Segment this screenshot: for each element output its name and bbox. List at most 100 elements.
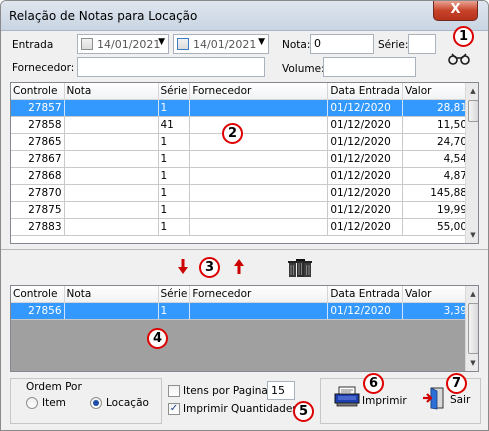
marker-2: 2 (222, 123, 243, 144)
table-row[interactable]: 27883 1 01/12/2020 55,00 (11, 218, 470, 236)
cell-valor: 4,54 (402, 150, 470, 168)
window-title: Relação de Notas para Locação (9, 9, 198, 23)
cell-nota (64, 201, 159, 219)
marker-1: 1 (453, 26, 474, 47)
itens-por-pagina-checkbox[interactable] (168, 385, 180, 397)
chevron-down-icon[interactable]: ▼ (258, 37, 265, 47)
marker-5: 5 (293, 401, 314, 422)
table-row[interactable]: 27868 1 01/12/2020 4,87 (11, 167, 470, 185)
arrow-down-icon[interactable] (178, 259, 188, 274)
cell-data-entrada: 01/12/2020 (327, 150, 403, 168)
serie-field[interactable] (408, 34, 436, 54)
col-valor[interactable]: Valor (402, 83, 470, 100)
cell-fornecedor (189, 99, 329, 117)
cell-data-entrada: 01/12/2020 (327, 133, 403, 151)
scroll-thumb[interactable] (468, 303, 478, 354)
itens-por-pagina-field[interactable]: 15 (267, 381, 295, 400)
cell-fornecedor (189, 116, 329, 134)
col-fornecedor[interactable]: Fornecedor (189, 286, 329, 303)
marker-3: 3 (199, 257, 220, 278)
window: Relação de Notas para Locação X Entrada … (0, 0, 489, 431)
col-valor[interactable]: Valor (402, 286, 470, 303)
table-row[interactable]: 27870 1 01/12/2020 145,88 (11, 184, 470, 202)
cell-valor: 4,87 (402, 167, 470, 185)
cell-nota (64, 218, 159, 236)
col-nota[interactable]: Nota (64, 286, 159, 303)
date-to-field[interactable]: 14/01/2021 ▼ (173, 34, 269, 54)
col-serie[interactable]: Série (158, 286, 191, 303)
radio-item-label[interactable]: Item (42, 397, 66, 409)
table-row[interactable]: 27857 1 01/12/2020 28,81 (11, 99, 470, 117)
notas-scrollbar[interactable]: ▲ ▼ (465, 83, 478, 243)
table-row[interactable]: 27856 1 01/12/2020 3,39 (11, 302, 470, 320)
scroll-down-arrow-icon[interactable]: ▼ (466, 227, 478, 243)
selecionadas-scrollbar[interactable]: ▲ ▼ (465, 286, 478, 371)
nota-field[interactable]: 0 (310, 34, 374, 54)
cell-serie: 1 (158, 99, 191, 117)
col-controle[interactable]: Controle (11, 286, 65, 303)
cell-controle: 27856 (11, 302, 65, 320)
exit-door-icon (422, 386, 446, 410)
radio-item[interactable] (26, 397, 38, 409)
scroll-thumb[interactable] (468, 100, 478, 122)
col-nota[interactable]: Nota (64, 83, 159, 100)
cell-valor: 3,39 (402, 302, 470, 320)
cell-nota (64, 99, 159, 117)
col-controle[interactable]: Controle (11, 83, 65, 100)
sair-label: Sair (450, 394, 471, 406)
binoculars-icon[interactable] (447, 51, 471, 65)
cell-fornecedor (189, 218, 329, 236)
cell-data-entrada: 01/12/2020 (327, 218, 403, 236)
cell-data-entrada: 01/12/2020 (327, 167, 403, 185)
cell-serie: 1 (158, 302, 191, 320)
date-to-value: 14/01/2021 (193, 38, 257, 51)
cell-fornecedor (189, 133, 329, 151)
close-button[interactable]: X (433, 1, 478, 21)
itens-por-pagina-label[interactable]: Itens por Pagina (183, 385, 268, 397)
selecionadas-table: Controle Nota Série Fornecedor Data Entr… (11, 286, 470, 320)
cell-data-entrada: 01/12/2020 (327, 302, 403, 320)
cell-valor: 28,81 (402, 99, 470, 117)
scroll-down-arrow-icon[interactable]: ▼ (466, 355, 478, 371)
col-data-entrada[interactable]: Data Entrada (327, 83, 403, 100)
cell-nota (64, 133, 159, 151)
cell-valor: 55,00 (402, 218, 470, 236)
cell-fornecedor (189, 167, 329, 185)
scroll-up-arrow-icon[interactable]: ▲ (466, 286, 478, 302)
col-data-entrada[interactable]: Data Entrada (327, 286, 403, 303)
notas-grid: Controle Nota Série Fornecedor Data Entr… (10, 82, 479, 244)
date-to-checkbox[interactable] (177, 38, 189, 50)
radio-locacao[interactable] (90, 397, 102, 409)
cell-serie: 1 (158, 150, 191, 168)
table-row[interactable]: 27875 1 01/12/2020 19,99 (11, 201, 470, 219)
date-from-value: 14/01/2021 (97, 38, 161, 51)
cell-data-entrada: 01/12/2020 (327, 201, 403, 219)
cell-controle: 27870 (11, 184, 65, 202)
date-from-field[interactable]: 14/01/2021 ▼ (77, 34, 169, 54)
col-serie[interactable]: Série (158, 83, 191, 100)
imprimir-quantidades-label[interactable]: Imprimir Quantidades (183, 403, 298, 415)
cell-controle: 27867 (11, 150, 65, 168)
chevron-down-icon[interactable]: ▼ (158, 37, 165, 47)
imprimir-quantidades-checkbox[interactable]: ✓ (168, 403, 180, 415)
volume-field[interactable] (323, 57, 416, 77)
cell-valor: 24,70 (402, 133, 470, 151)
table-row[interactable]: 27867 1 01/12/2020 4,54 (11, 150, 470, 168)
arrow-up-icon[interactable] (234, 259, 244, 274)
date-from-checkbox[interactable] (81, 38, 93, 50)
imprimir-button[interactable]: Imprimir (334, 386, 416, 410)
scroll-up-arrow-icon[interactable]: ▲ (466, 83, 478, 99)
cell-serie: 1 (158, 133, 191, 151)
sair-button[interactable]: Sair (422, 386, 474, 412)
cell-fornecedor (189, 201, 329, 219)
cell-controle: 27857 (11, 99, 65, 117)
trash-bins-icon[interactable] (288, 257, 312, 279)
cell-controle: 27858 (11, 116, 65, 134)
fornecedor-field[interactable] (77, 57, 265, 77)
notas-table: Controle Nota Série Fornecedor Data Entr… (11, 83, 470, 236)
nota-label: Nota: (282, 39, 311, 51)
radio-locacao-label[interactable]: Locação (106, 397, 149, 409)
col-fornecedor[interactable]: Fornecedor (189, 83, 329, 100)
cell-nota (64, 184, 159, 202)
cell-fornecedor (189, 150, 329, 168)
